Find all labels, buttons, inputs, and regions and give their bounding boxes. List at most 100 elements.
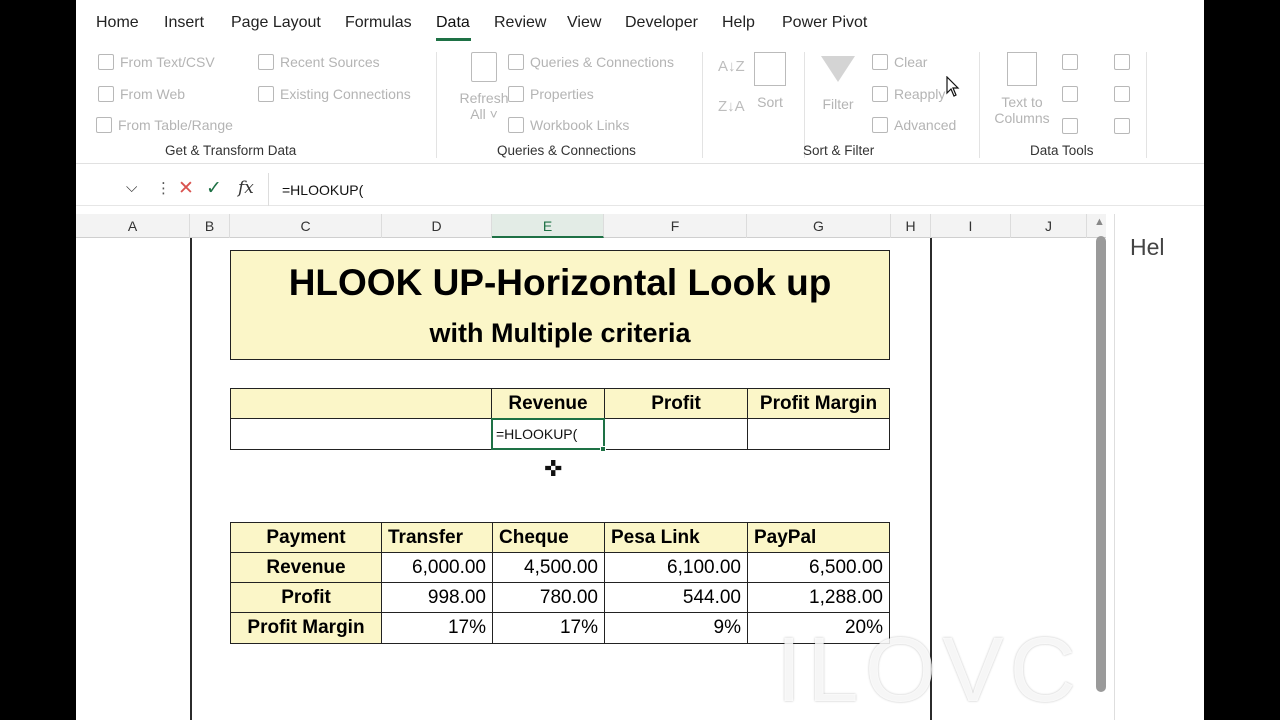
sort-ascending-icon[interactable]: A↓Z: [718, 58, 745, 75]
queries-connections-button[interactable]: Queries & Connections: [508, 54, 674, 70]
lookup-header-profit-margin[interactable]: Profit Margin: [747, 388, 890, 419]
tab-view[interactable]: View: [567, 14, 601, 32]
data-validation-icon[interactable]: [1062, 118, 1078, 134]
table-row-label[interactable]: Revenue: [230, 552, 382, 583]
tab-page-layout[interactable]: Page Layout: [231, 14, 321, 32]
fill-handle[interactable]: [600, 446, 606, 452]
column-header-j[interactable]: J: [1011, 214, 1087, 238]
table-row-label[interactable]: Profit: [230, 582, 382, 613]
workbook-links-button[interactable]: Workbook Links: [508, 117, 629, 133]
filter-icon: [821, 56, 855, 82]
lookup-result-profit[interactable]: [604, 418, 748, 450]
scrollbar-thumb[interactable]: [1096, 236, 1106, 692]
from-web-button[interactable]: From Web: [98, 86, 185, 102]
cancel-icon[interactable]: ✕: [178, 177, 194, 200]
more-options-icon[interactable]: ⋮: [156, 179, 171, 197]
table-cell[interactable]: 6,100.00: [604, 552, 748, 583]
table-header-transfer[interactable]: Transfer: [381, 522, 493, 553]
lookup-header-profit[interactable]: Profit: [604, 388, 748, 419]
sort-descending-icon[interactable]: Z↓A: [718, 98, 745, 115]
clear-button[interactable]: Clear: [872, 54, 927, 70]
table-cell[interactable]: 17%: [492, 612, 605, 644]
column-headers: A B C D E F G H I J: [76, 214, 1106, 238]
refresh-all-label: All ˅: [470, 106, 498, 122]
table-header-cheque[interactable]: Cheque: [492, 522, 605, 553]
tab-developer[interactable]: Developer: [625, 14, 698, 32]
column-header-i[interactable]: I: [931, 214, 1011, 238]
lookup-header-revenue[interactable]: Revenue: [491, 388, 605, 419]
consolidate-icon[interactable]: [1114, 54, 1130, 70]
advanced-button[interactable]: Advanced: [872, 117, 956, 133]
from-table-button[interactable]: From Table/Range: [96, 117, 233, 133]
text-to-columns-button[interactable]: Text to Columns: [990, 52, 1054, 126]
table-icon: [96, 117, 112, 133]
recent-sources-icon: [258, 54, 274, 70]
ribbon-separator: [702, 52, 703, 158]
name-box-dropdown-icon[interactable]: ⌵: [126, 179, 137, 196]
table-cell[interactable]: 4,500.00: [492, 552, 605, 583]
flash-fill-icon[interactable]: [1062, 54, 1078, 70]
column-header-a[interactable]: A: [76, 214, 190, 238]
clear-label: Clear: [894, 54, 928, 70]
properties-button[interactable]: Properties: [508, 86, 594, 102]
file-icon: [98, 54, 114, 70]
filter-button[interactable]: Filter: [816, 52, 860, 112]
reapply-button[interactable]: Reapply: [872, 86, 945, 102]
lookup-header-blank[interactable]: [230, 388, 492, 419]
tab-data[interactable]: Data: [436, 14, 470, 32]
recent-sources-label: Recent Sources: [280, 54, 380, 70]
table-row-label[interactable]: Profit Margin: [230, 612, 382, 644]
table-cell[interactable]: 780.00: [492, 582, 605, 613]
sheet-title: HLOOK UP-Horizontal Look up: [288, 262, 832, 303]
data-model-icon[interactable]: [1114, 118, 1130, 134]
mouse-pointer-icon: [946, 76, 960, 97]
advanced-filter-icon: [872, 117, 888, 133]
recent-sources-button[interactable]: Recent Sources: [258, 54, 380, 70]
table-cell[interactable]: 17%: [381, 612, 493, 644]
scroll-up-icon[interactable]: ▲: [1094, 216, 1105, 228]
column-header-d[interactable]: D: [382, 214, 492, 238]
lookup-input-blank[interactable]: [230, 418, 492, 450]
column-header-f[interactable]: F: [604, 214, 747, 238]
active-cell-e[interactable]: =HLOOKUP(: [491, 418, 605, 450]
column-header-h[interactable]: H: [891, 214, 931, 238]
text-to-columns-icon: [1007, 52, 1037, 86]
column-header-e[interactable]: E: [492, 214, 604, 238]
refresh-all-button[interactable]: Refresh All ˅: [456, 52, 512, 122]
table-cell[interactable]: 544.00: [604, 582, 748, 613]
help-pane-title: Hel: [1130, 234, 1165, 260]
workbook-links-icon: [508, 117, 524, 133]
table-header-paypal[interactable]: PayPal: [747, 522, 890, 553]
tab-power-pivot[interactable]: Power Pivot: [782, 14, 867, 32]
enter-icon[interactable]: ✓: [206, 177, 222, 200]
relationships-icon[interactable]: [1114, 86, 1130, 102]
sort-button[interactable]: Sort: [750, 52, 790, 110]
remove-duplicates-icon[interactable]: [1062, 86, 1078, 102]
title-block[interactable]: HLOOK UP-Horizontal Look up with Multipl…: [230, 250, 890, 360]
table-header-pesa-link[interactable]: Pesa Link: [604, 522, 748, 553]
table-cell[interactable]: 1,288.00: [747, 582, 890, 613]
from-text-csv-button[interactable]: From Text/CSV: [98, 54, 215, 70]
table-cell[interactable]: 6,500.00: [747, 552, 890, 583]
ribbon: From Text/CSV From Web From Table/Range …: [76, 46, 1204, 164]
table-cell[interactable]: 6,000.00: [381, 552, 493, 583]
lookup-result-profit-margin[interactable]: [747, 418, 890, 450]
table-header-payment[interactable]: Payment: [230, 522, 382, 553]
tab-home[interactable]: Home: [96, 14, 139, 32]
table-cell[interactable]: 998.00: [381, 582, 493, 613]
tab-insert[interactable]: Insert: [164, 14, 204, 32]
tab-help[interactable]: Help: [722, 14, 755, 32]
existing-connections-button[interactable]: Existing Connections: [258, 86, 411, 102]
column-header-c[interactable]: C: [230, 214, 382, 238]
formula-input[interactable]: =HLOOKUP(: [282, 182, 363, 198]
column-header-b[interactable]: B: [190, 214, 230, 238]
queries-icon: [508, 54, 524, 70]
table-cell[interactable]: 9%: [604, 612, 748, 644]
function-icon[interactable]: fx: [238, 178, 254, 198]
tab-review[interactable]: Review: [494, 14, 546, 32]
column-header-g[interactable]: G: [747, 214, 891, 238]
reapply-icon: [872, 86, 888, 102]
ribbon-separator: [1146, 52, 1147, 158]
queries-connections-label: Queries & Connections: [530, 54, 674, 70]
tab-formulas[interactable]: Formulas: [345, 14, 412, 32]
